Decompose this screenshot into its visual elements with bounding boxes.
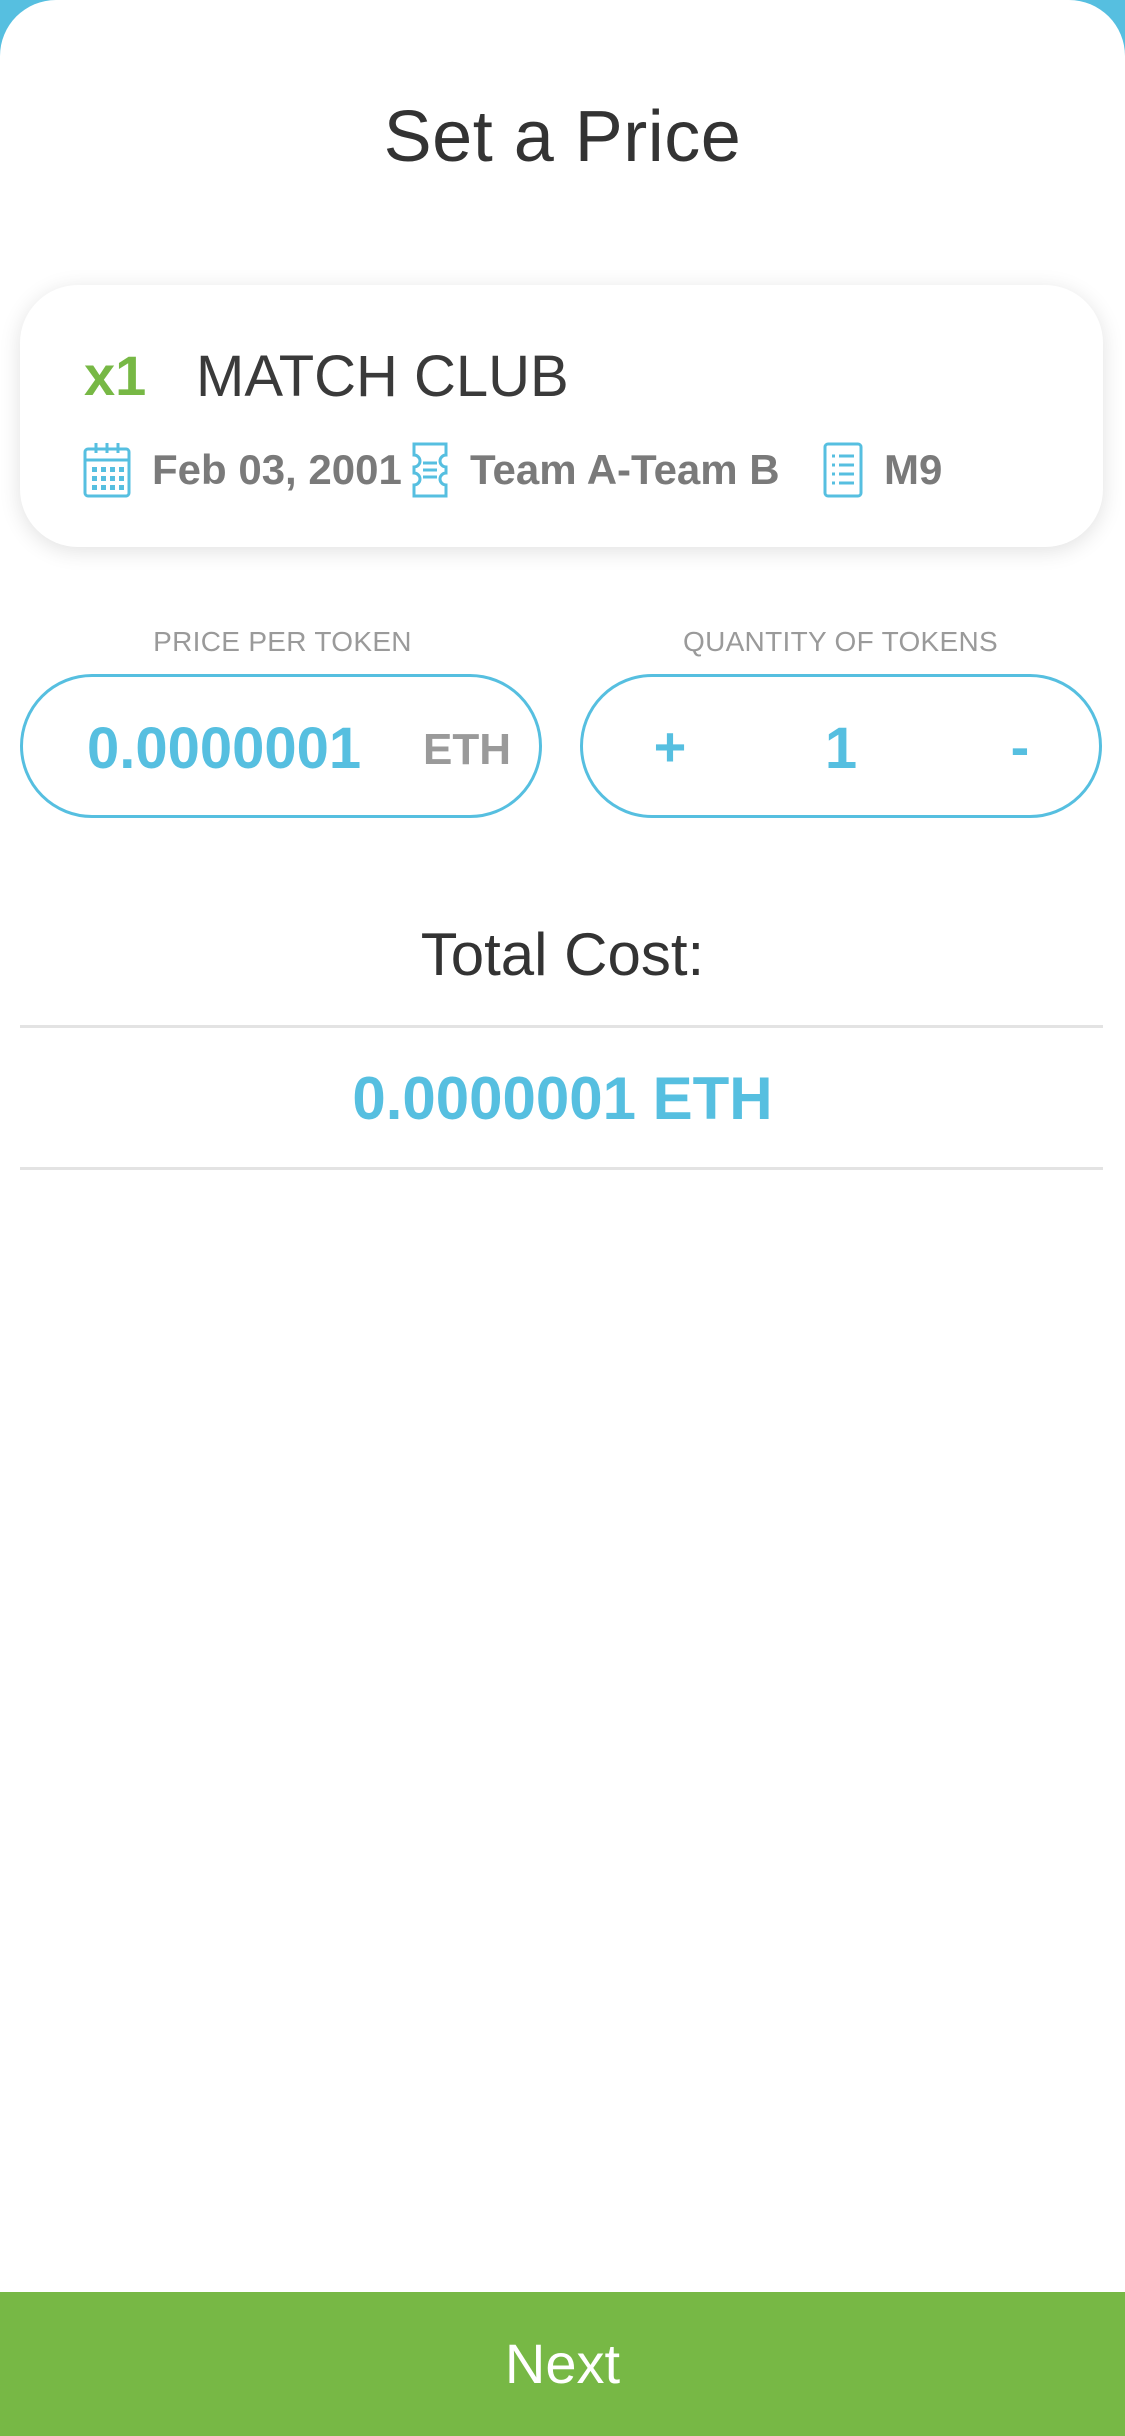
- calendar-icon: [83, 443, 131, 498]
- price-unit: ETH: [423, 725, 511, 774]
- match-code-text: M9: [884, 446, 943, 493]
- total-cost-value: 0.0000001 ETH: [352, 1065, 773, 1132]
- event-teams: Team A-Team B: [410, 441, 780, 499]
- divider: [20, 1167, 1103, 1170]
- event-name: MATCH CLUB: [196, 344, 569, 409]
- event-date: Feb 03, 2001: [82, 441, 402, 499]
- page-title: Set a Price: [383, 97, 742, 177]
- match-code: M9: [822, 441, 942, 499]
- quantity-stepper: 1 + -: [580, 674, 1102, 818]
- price-label: PRICE PER TOKEN: [153, 626, 412, 657]
- ticket-icon: [412, 442, 448, 498]
- event-teams-text: Team A-Team B: [470, 446, 780, 493]
- total-cost-label: Total Cost:: [420, 921, 705, 988]
- decrement-button[interactable]: -: [975, 707, 1065, 787]
- increment-button[interactable]: +: [625, 707, 715, 787]
- listing-card: x1 MATCH CLUB Feb 03, 2001 Team A-Team B…: [20, 285, 1103, 547]
- list-icon: [823, 442, 863, 498]
- quantity-label: QUANTITY OF TOKENS: [682, 626, 998, 657]
- price-sheet: Set a Price x1 MATCH CLUB Feb 03, 2001 T…: [0, 0, 1125, 2436]
- divider: [20, 1025, 1103, 1028]
- event-date-text: Feb 03, 2001: [152, 446, 402, 493]
- price-value: 0.0000001: [87, 716, 362, 781]
- quantity-badge: x1: [84, 344, 147, 407]
- next-button[interactable]: Next: [0, 2292, 1125, 2436]
- price-input[interactable]: 0.0000001 ETH: [20, 674, 542, 818]
